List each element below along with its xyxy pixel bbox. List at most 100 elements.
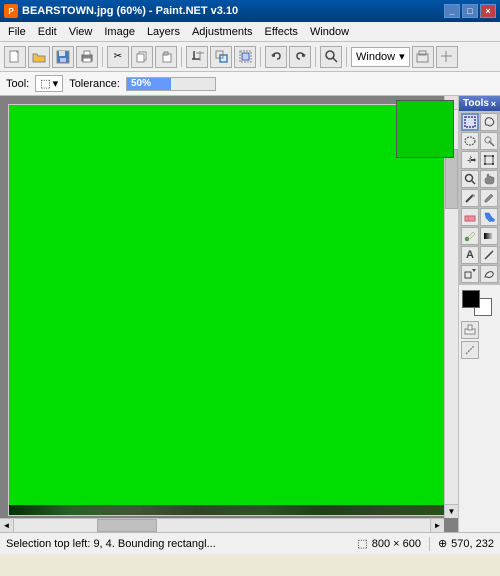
- coordinates-icon: ⊕: [438, 537, 447, 550]
- paste-button[interactable]: [155, 46, 177, 68]
- canvas-area[interactable]: ◄ ► ▲ ▼: [0, 96, 458, 532]
- tolerance-slider[interactable]: 50%: [126, 77, 216, 91]
- cursor-coordinates: 570, 232: [451, 538, 494, 550]
- v-scroll-track[interactable]: [445, 110, 458, 504]
- h-scroll-left-btn[interactable]: ◄: [0, 519, 14, 532]
- new-button[interactable]: [4, 46, 26, 68]
- undo-button[interactable]: [265, 46, 287, 68]
- toolbar-sep-2: [181, 47, 182, 67]
- zoom-button[interactable]: [320, 46, 342, 68]
- tools-panel-header: Tools ×: [459, 96, 500, 111]
- dimensions-icon: ⬚: [357, 537, 367, 550]
- extra-tool-1[interactable]: [461, 321, 479, 339]
- close-button[interactable]: ×: [480, 4, 496, 18]
- tool-selector[interactable]: ⬚ ▾: [35, 75, 63, 92]
- menu-layers[interactable]: Layers: [141, 22, 186, 41]
- tools-panel-title: Tools: [463, 98, 489, 109]
- eraser-tool[interactable]: [461, 208, 479, 226]
- crop-button[interactable]: [186, 46, 208, 68]
- status-right: ⬚ 800 × 600 ⊕ 570, 232: [357, 537, 494, 551]
- menu-view[interactable]: View: [63, 22, 99, 41]
- status-sep: [429, 537, 430, 551]
- line-tool[interactable]: [480, 246, 498, 264]
- brush-tool[interactable]: [480, 189, 498, 207]
- print-button[interactable]: [76, 46, 98, 68]
- tool-label: Tool:: [6, 78, 29, 90]
- tolerance-value: 50%: [131, 78, 151, 89]
- canvas-size-button[interactable]: [234, 46, 256, 68]
- color-swatches-area: [459, 287, 500, 319]
- minimize-button[interactable]: _: [444, 4, 460, 18]
- tool-dropdown-arrow: ▾: [53, 77, 59, 90]
- menu-window[interactable]: Window: [304, 22, 355, 41]
- pencil-tool[interactable]: [461, 189, 479, 207]
- tool-options-bar: Tool: ⬚ ▾ Tolerance: 50%: [0, 72, 500, 96]
- window-title: BEARSTOWN.jpg (60%) - Paint.NET v3.10: [22, 5, 238, 17]
- extra-tool-2[interactable]: [461, 341, 479, 359]
- text-tool[interactable]: A: [461, 246, 479, 264]
- resize-button[interactable]: [210, 46, 232, 68]
- h-scroll-right-btn[interactable]: ►: [430, 519, 444, 532]
- move-tool[interactable]: ✛: [461, 151, 479, 169]
- toolbar-sep-5: [346, 47, 347, 67]
- selection-status-text: Selection top left: 9, 4. Bounding recta…: [6, 538, 216, 550]
- toolbar-sep-4: [315, 47, 316, 67]
- menu-edit[interactable]: Edit: [32, 22, 63, 41]
- foreground-color-swatch[interactable]: [462, 290, 480, 308]
- freeform-tool[interactable]: [480, 265, 498, 283]
- main-area: ◄ ► ▲ ▼ Tools ×: [0, 96, 500, 532]
- v-scrollbar[interactable]: ▲ ▼: [444, 96, 458, 518]
- h-scroll-thumb[interactable]: [97, 519, 157, 532]
- toolbar: ✂ Window ▾: [0, 42, 500, 72]
- zoom-tool[interactable]: [461, 170, 479, 188]
- svg-text:✛: ✛: [467, 157, 473, 165]
- menu-file[interactable]: File: [2, 22, 32, 41]
- lasso-select-tool[interactable]: [480, 113, 498, 131]
- magic-wand-tool[interactable]: [480, 132, 498, 150]
- shapes-tool[interactable]: [461, 265, 479, 283]
- rectangle-select-tool[interactable]: [461, 113, 479, 131]
- maximize-button[interactable]: □: [462, 4, 478, 18]
- gradient-tool[interactable]: [480, 227, 498, 245]
- open-button[interactable]: [28, 46, 50, 68]
- menu-bar: File Edit View Image Layers Adjustments …: [0, 22, 500, 42]
- menu-image[interactable]: Image: [98, 22, 141, 41]
- tools-panel: Tools × ✛: [458, 96, 500, 532]
- tools-panel-close[interactable]: ×: [491, 99, 496, 109]
- dropdown-arrow-icon: ▾: [399, 50, 405, 63]
- current-tool-icon: ⬚: [40, 77, 50, 90]
- h-scroll-track[interactable]: [14, 519, 430, 532]
- window-dropdown[interactable]: Window ▾: [351, 47, 410, 67]
- extra-btn-2[interactable]: [436, 46, 458, 68]
- fill-tool[interactable]: [480, 208, 498, 226]
- menu-adjustments[interactable]: Adjustments: [186, 22, 259, 41]
- color-picker-tool[interactable]: [461, 227, 479, 245]
- toolbar-sep-1: [102, 47, 103, 67]
- redo-button[interactable]: [289, 46, 311, 68]
- status-selection-info: Selection top left: 9, 4. Bounding recta…: [6, 538, 216, 550]
- tolerance-label: Tolerance:: [69, 78, 120, 90]
- v-scroll-down-btn[interactable]: ▼: [445, 504, 458, 518]
- toolbar-sep-3: [260, 47, 261, 67]
- title-bar-left: P BEARSTOWN.jpg (60%) - Paint.NET v3.10: [4, 4, 238, 18]
- canvas-dimensions: 800 × 600: [372, 538, 421, 550]
- image-thumbnail: [396, 100, 454, 158]
- color-display[interactable]: [462, 290, 492, 316]
- title-controls[interactable]: _ □ ×: [444, 4, 496, 18]
- save-button[interactable]: [52, 46, 74, 68]
- menu-effects[interactable]: Effects: [259, 22, 304, 41]
- image-canvas[interactable]: [9, 105, 449, 515]
- ellipse-select-tool[interactable]: [461, 132, 479, 150]
- cut-button[interactable]: ✂: [107, 46, 129, 68]
- status-bar: Selection top left: 9, 4. Bounding recta…: [0, 532, 500, 554]
- canvas-border: [8, 104, 450, 516]
- app-icon: P: [4, 4, 18, 18]
- copy-button[interactable]: [131, 46, 153, 68]
- h-scrollbar[interactable]: ◄ ►: [0, 518, 444, 532]
- v-scroll-thumb[interactable]: [445, 149, 458, 209]
- extra-tools: [459, 319, 500, 361]
- transform-tool[interactable]: [480, 151, 498, 169]
- hand-tool[interactable]: [480, 170, 498, 188]
- canvas-bottom-strip: [9, 505, 449, 515]
- extra-btn-1[interactable]: [412, 46, 434, 68]
